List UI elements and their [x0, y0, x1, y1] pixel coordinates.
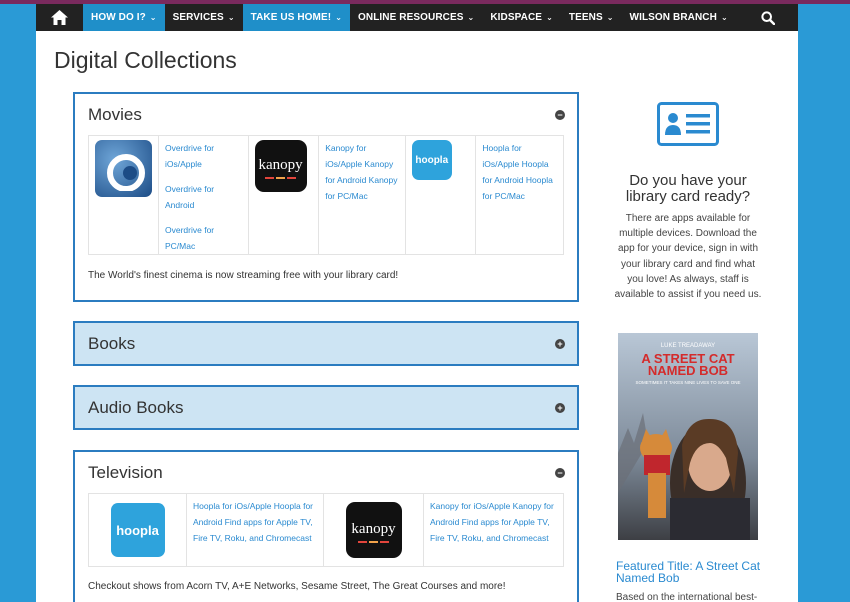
- nav-item-teens[interactable]: TEENS ⌄: [561, 4, 622, 31]
- accordion-television: Television − hoopla Hoopla for iOs/Apple…: [73, 450, 579, 602]
- hoopla-app-icon[interactable]: hoopla: [110, 503, 165, 557]
- nav-label: ONLINE RESOURCES: [358, 12, 464, 23]
- movies-app-grid: Overdrive for iOs/Apple Overdrive for An…: [88, 135, 564, 255]
- tv-kanopy-icon-cell: kanopy: [324, 494, 424, 566]
- kanopy-icon-cell: kanopy: [249, 136, 320, 254]
- accordion-audiobooks[interactable]: Audio Books +: [73, 385, 579, 430]
- accordion-header-audiobooks[interactable]: Audio Books +: [75, 387, 577, 428]
- accordion-books[interactable]: Books +: [73, 321, 579, 366]
- hoopla-links-cell: Hoopla for iOs/Apple Hoopla for Android …: [476, 136, 563, 254]
- tv-hoopla-links-cell: Hoopla for iOs/Apple Hoopla for Android …: [187, 494, 324, 566]
- accordion-header-books[interactable]: Books +: [75, 323, 577, 364]
- kanopy-wordmark: kanopy: [351, 521, 396, 537]
- overdrive-android-link[interactable]: Overdrive for Android: [165, 181, 242, 213]
- hoopla-icon-cell: hoopla: [406, 136, 477, 254]
- tv-kanopy-links-cell: Kanopy for iOs/Apple Kanopy for Android …: [424, 494, 563, 566]
- hoopla-app-icon[interactable]: hoopla: [411, 140, 452, 180]
- accordion-title: Audio Books: [88, 397, 184, 417]
- nav-item-how-do-i[interactable]: HOW DO I? ⌄: [83, 4, 165, 31]
- chevron-down-icon: ⌄: [335, 13, 342, 22]
- hoopla-links[interactable]: Hoopla for iOs/Apple Hoopla for Android …: [482, 140, 557, 204]
- kanopy-links-cell: Kanopy for iOs/Apple Kanopy for Android …: [319, 136, 406, 254]
- collapse-icon[interactable]: −: [555, 467, 565, 478]
- poster-title-2: NAMED BOB: [647, 363, 729, 378]
- sidebar-text: There are apps available for multiple de…: [614, 213, 762, 301]
- nav-label: KIDSPACE: [490, 12, 543, 23]
- expand-icon[interactable]: +: [555, 402, 565, 413]
- poster-tagline: SOMETIMES IT TAKES NINE LIVES TO SAVE ON…: [635, 380, 741, 385]
- television-app-grid: hoopla Hoopla for iOs/Apple Hoopla for A…: [88, 493, 564, 567]
- accordion-title: Movies: [88, 104, 142, 124]
- kanopy-color-bars: [357, 541, 390, 543]
- tv-kanopy-links[interactable]: Kanopy for iOs/Apple Kanopy for Android …: [430, 498, 557, 546]
- tv-hoopla-links[interactable]: Hoopla for iOs/Apple Hoopla for Android …: [193, 498, 317, 546]
- chevron-down-icon: ⌄: [149, 13, 157, 22]
- chevron-down-icon: ⌄: [227, 13, 235, 22]
- home-icon: [51, 10, 68, 25]
- page-container: HOW DO I? ⌄ SERVICES ⌄ TAKE US HOME! ⌄ ONLI…: [36, 4, 798, 602]
- page-title: Digital Collections: [54, 47, 237, 73]
- kanopy-app-icon[interactable]: kanopy: [254, 140, 307, 192]
- tv-hoopla-icon-cell: hoopla: [89, 494, 187, 566]
- overdrive-logo-icon: [106, 153, 145, 191]
- overdrive-ios-link[interactable]: Overdrive for iOs/Apple: [165, 140, 242, 172]
- hoopla-wordmark: hoopla: [415, 154, 449, 166]
- overdrive-pc-link[interactable]: Overdrive for PC/Mac: [165, 222, 242, 254]
- featured-description: Based on the international best-: [616, 592, 758, 602]
- nav-label: TAKE US HOME!: [250, 12, 332, 23]
- id-card-icon: [657, 102, 719, 146]
- home-link[interactable]: [36, 4, 83, 31]
- chevron-down-icon: ⌄: [720, 13, 728, 22]
- featured-title-link[interactable]: Featured Title: A Street Cat Named Bob: [616, 560, 766, 584]
- accordion-movies: Movies − Overdrive for iOs/Apple Overdri…: [73, 92, 579, 302]
- nav-label: SERVICES: [172, 12, 224, 23]
- search-button[interactable]: [738, 4, 798, 31]
- nav-item-kidspace[interactable]: KIDSPACE ⌄: [482, 4, 561, 31]
- hoopla-wordmark: hoopla: [116, 522, 159, 538]
- library-card-widget: Do you have your library card ready? The…: [614, 102, 762, 302]
- nav-item-take-us-home[interactable]: TAKE US HOME! ⌄: [242, 4, 350, 31]
- accordion-title: Books: [88, 333, 136, 353]
- nav-label: TEENS: [568, 12, 603, 23]
- movies-description: The World's finest cinema is now streami…: [88, 270, 399, 281]
- kanopy-color-bars: [264, 177, 297, 179]
- kanopy-wordmark: kanopy: [258, 157, 303, 173]
- overdrive-icon-cell: [89, 136, 159, 254]
- kanopy-app-icon[interactable]: kanopy: [345, 502, 402, 558]
- nav-item-wilson-branch[interactable]: WILSON BRANCH ⌄: [622, 4, 736, 31]
- television-description: Checkout shows from Acorn TV, A+E Networ…: [88, 581, 506, 592]
- featured-poster-image[interactable]: LUKE TREADAWAY A STREET CAT NAMED BOB SO…: [618, 333, 758, 540]
- overdrive-app-icon[interactable]: [95, 140, 152, 197]
- search-icon: [761, 10, 775, 25]
- expand-icon[interactable]: +: [555, 338, 565, 349]
- nav-label: WILSON BRANCH: [629, 12, 717, 23]
- collapse-icon[interactable]: −: [555, 109, 565, 120]
- accordion-header-television[interactable]: Television −: [75, 452, 577, 493]
- chevron-down-icon: ⌄: [467, 13, 475, 22]
- main-nav: HOW DO I? ⌄ SERVICES ⌄ TAKE US HOME! ⌄ ONLI…: [36, 4, 798, 31]
- nav-item-services[interactable]: SERVICES ⌄: [165, 4, 243, 31]
- chevron-down-icon: ⌄: [546, 13, 553, 22]
- nav-label: HOW DO I?: [91, 12, 146, 23]
- overdrive-links-cell: Overdrive for iOs/Apple Overdrive for An…: [159, 136, 249, 254]
- chevron-down-icon: ⌄: [606, 13, 614, 22]
- accordion-title: Television: [88, 462, 163, 482]
- kanopy-links[interactable]: Kanopy for iOs/Apple Kanopy for Android …: [325, 140, 399, 204]
- accordion-header-movies[interactable]: Movies −: [75, 94, 577, 135]
- nav-item-online-resources[interactable]: ONLINE RESOURCES ⌄: [350, 4, 482, 31]
- sidebar-heading: Do you have your library card ready?: [625, 172, 751, 205]
- poster-actor: LUKE TREADAWAY: [660, 343, 716, 349]
